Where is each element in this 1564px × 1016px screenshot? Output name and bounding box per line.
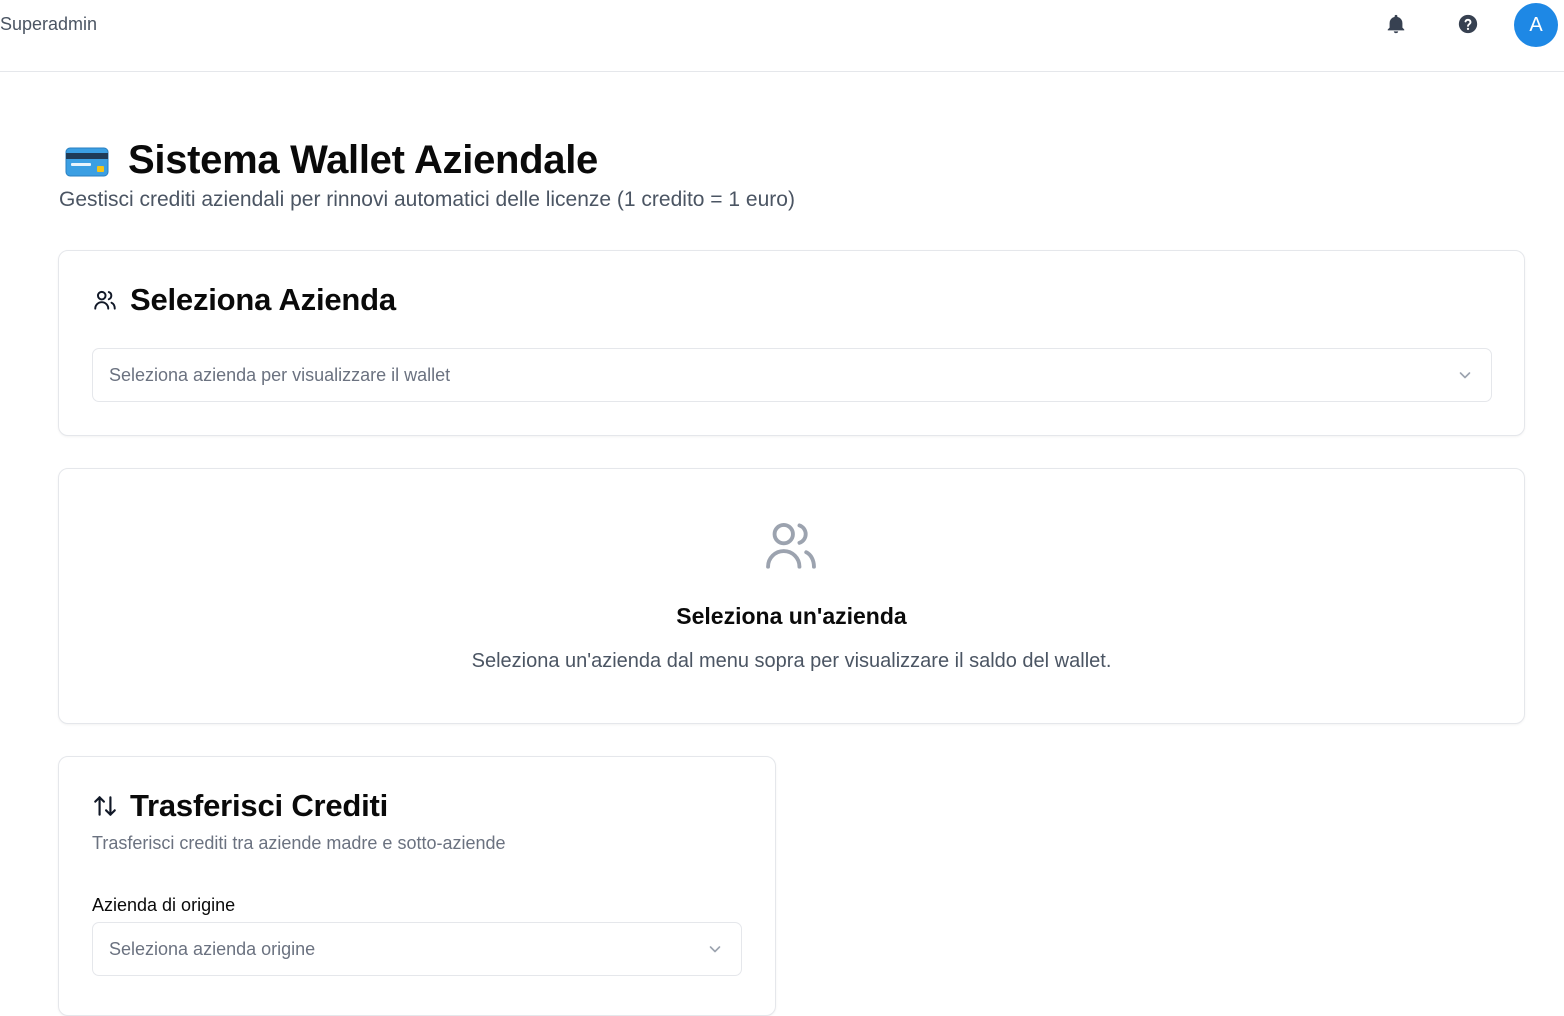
page-subtitle: Gestisci crediti aziendali per rinnovi a… (59, 188, 795, 211)
company-select-value: Seleziona azienda per visualizzare il wa… (109, 364, 451, 385)
transfer-credits-header: Trasferisci Crediti (92, 788, 388, 824)
transfer-credits-title: Trasferisci Crediti (130, 788, 389, 823)
source-company-select-value: Seleziona azienda origine (109, 938, 316, 959)
select-company-card (58, 250, 1525, 436)
arrow-up-down-icon (92, 793, 118, 819)
empty-state-title: Seleziona un'azienda (676, 603, 907, 629)
chevron-down-icon (1457, 367, 1473, 388)
brand-label: Superadmin (0, 14, 98, 34)
users-icon (92, 287, 118, 313)
source-company-select[interactable]: Seleziona azienda origine (92, 922, 742, 976)
credit-card-icon (64, 144, 110, 178)
select-company-header: Seleziona Azienda (92, 282, 396, 318)
source-company-label: Azienda di origine (92, 895, 236, 915)
empty-state-text: Seleziona un'azienda dal menu sopra per … (471, 650, 1112, 672)
company-select[interactable]: Seleziona azienda per visualizzare il wa… (92, 348, 1492, 402)
top-bar: Superadmin A (0, 0, 1564, 72)
bell-icon[interactable] (1384, 12, 1408, 36)
chevron-down-icon (707, 941, 723, 962)
avatar[interactable]: A (1514, 3, 1558, 47)
help-circle-icon[interactable] (1456, 12, 1480, 36)
transfer-credits-description: Trasferisci crediti tra aziende madre e … (92, 833, 506, 853)
page-header: Sistema Wallet Aziendale (60, 138, 598, 183)
empty-state-card (58, 468, 1525, 724)
page-title: Sistema Wallet Aziendale (128, 138, 598, 182)
select-company-title: Seleziona Azienda (130, 282, 396, 317)
users-icon (760, 516, 822, 579)
